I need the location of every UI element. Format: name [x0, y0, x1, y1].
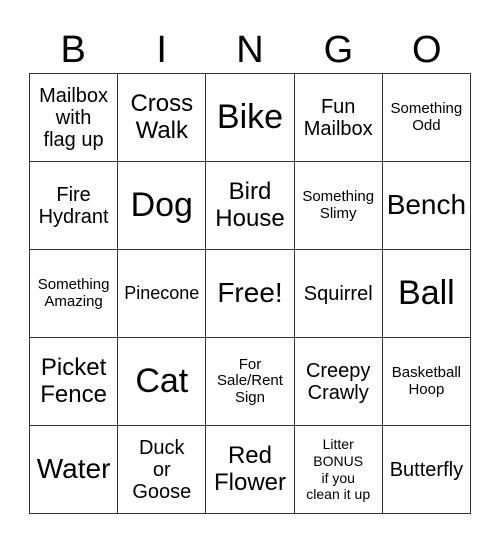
- cell-label: Something Odd: [390, 100, 463, 134]
- bingo-cell[interactable]: Picket Fence: [30, 338, 119, 426]
- bingo-cell[interactable]: Something Amazing: [30, 250, 119, 338]
- cell-label: Butterfly: [389, 458, 464, 481]
- header-letter-g: G: [323, 29, 354, 71]
- bingo-grid: Mailbox with flag up Cross Walk Bike Fun Ma…: [29, 73, 471, 514]
- cell-label: Bird House: [215, 178, 285, 232]
- bingo-cell[interactable]: Duck or Goose: [118, 426, 207, 514]
- bingo-cell[interactable]: Ball: [382, 250, 471, 338]
- bingo-cell[interactable]: Bench: [382, 162, 471, 250]
- cell-label: Bench: [386, 189, 467, 221]
- cell-label: Basketball Hoop: [391, 364, 461, 398]
- bingo-cell[interactable]: Something Odd: [382, 74, 471, 162]
- cell-label: Cat: [135, 361, 189, 400]
- free-space-cell[interactable]: Free!: [206, 250, 295, 338]
- bingo-cell[interactable]: Cat: [118, 338, 207, 426]
- bingo-cell[interactable]: Water: [30, 426, 119, 514]
- bingo-cell[interactable]: Cross Walk: [118, 74, 207, 162]
- bingo-header: B I N G O: [29, 28, 471, 72]
- cell-label: Free!: [217, 277, 283, 309]
- cell-label: Picket Fence: [40, 354, 107, 408]
- bingo-cell[interactable]: Bike: [206, 74, 295, 162]
- cell-label: Pinecone: [124, 282, 200, 303]
- bingo-cell[interactable]: Something Slimy: [294, 162, 383, 250]
- header-letter-n: N: [236, 29, 264, 71]
- header-letter-i: I: [156, 29, 167, 71]
- bingo-cell[interactable]: Bird House: [206, 162, 295, 250]
- cell-label: Litter BONUS if you clean it up: [306, 435, 371, 503]
- bingo-cell[interactable]: For Sale/Rent Sign: [206, 338, 295, 426]
- cell-label: Water: [36, 453, 111, 485]
- cell-label: Something Amazing: [37, 276, 110, 310]
- cell-label: Something Slimy: [302, 188, 375, 222]
- cell-label: Ball: [398, 273, 455, 312]
- cell-label: Creepy Crawly: [305, 359, 371, 404]
- bingo-cell[interactable]: Pinecone: [118, 250, 207, 338]
- cell-label: Dog: [130, 185, 193, 224]
- bingo-cell[interactable]: Squirrel: [294, 250, 383, 338]
- bingo-cell[interactable]: Creepy Crawly: [294, 338, 383, 426]
- bingo-cell[interactable]: Red Flower: [206, 426, 295, 514]
- bingo-cell[interactable]: Basketball Hoop: [382, 338, 471, 426]
- bingo-cell[interactable]: Mailbox with flag up: [30, 74, 119, 162]
- header-letter-b: B: [60, 29, 86, 71]
- header-letter-o: O: [412, 29, 442, 71]
- bingo-cell[interactable]: Dog: [118, 162, 207, 250]
- bingo-cell[interactable]: Butterfly: [382, 426, 471, 514]
- cell-label: Mailbox with flag up: [39, 84, 109, 151]
- bingo-cell[interactable]: Litter BONUS if you clean it up: [294, 426, 383, 514]
- cell-label: Cross Walk: [130, 90, 194, 144]
- cell-label: Fun Mailbox: [303, 95, 373, 140]
- bingo-cell[interactable]: Fire Hydrant: [30, 162, 119, 250]
- cell-label: Fire Hydrant: [38, 183, 109, 228]
- cell-label: For Sale/Rent Sign: [217, 355, 283, 406]
- bingo-cell[interactable]: Fun Mailbox: [294, 74, 383, 162]
- cell-label: Red Flower: [213, 442, 286, 496]
- cell-label: Squirrel: [303, 282, 373, 305]
- cell-label: Bike: [216, 97, 284, 136]
- cell-label: Duck or Goose: [132, 436, 192, 503]
